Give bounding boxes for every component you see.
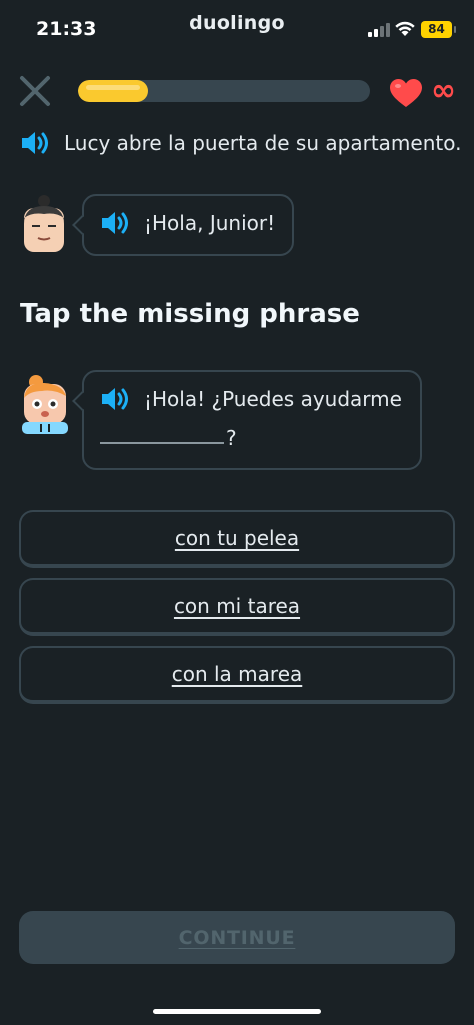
lucy-avatar bbox=[24, 195, 64, 252]
blank-punctuation: ? bbox=[226, 426, 237, 450]
dialogue-line-2: ¡Hola! ¿Puedes ayudarme bbox=[144, 387, 402, 411]
context-text: Lucy abre la puerta de su apartamento. bbox=[64, 131, 462, 155]
speaker-icon[interactable] bbox=[100, 210, 130, 236]
option-label: con tu pelea bbox=[174, 526, 300, 550]
option-button-2[interactable]: con mi tarea bbox=[19, 578, 455, 636]
context-sentence: Lucy abre la puerta de su apartamento. bbox=[20, 127, 461, 159]
option-label: con la marea bbox=[171, 662, 303, 686]
wifi-icon bbox=[395, 21, 415, 36]
option-button-1[interactable]: con tu pelea bbox=[19, 510, 455, 568]
speech-bubble-junior: ¡Hola! ¿Puedes ayudarme ? bbox=[72, 370, 422, 470]
option-button-3[interactable]: con la marea bbox=[19, 646, 455, 704]
battery-indicator: 84 bbox=[421, 21, 456, 38]
hearts-count: ∞ bbox=[431, 73, 456, 108]
junior-avatar bbox=[22, 375, 68, 434]
heart-icon[interactable] bbox=[389, 78, 423, 108]
speaker-icon[interactable] bbox=[20, 130, 50, 156]
speaker-icon[interactable] bbox=[100, 386, 130, 412]
option-label: con mi tarea bbox=[173, 594, 301, 618]
continue-button[interactable]: CONTINUE bbox=[19, 911, 455, 964]
home-indicator bbox=[153, 1009, 321, 1014]
cellular-signal-icon bbox=[368, 23, 390, 37]
dialogue-line-1: ¡Hola, Junior! bbox=[144, 211, 276, 235]
exercise-prompt: Tap the missing phrase bbox=[20, 299, 360, 329]
lesson-progress-bar bbox=[78, 80, 370, 102]
lesson-progress-fill bbox=[78, 80, 149, 102]
close-icon[interactable] bbox=[18, 74, 52, 108]
status-bar: 21:33 duolingo 84 bbox=[0, 0, 474, 56]
continue-label: CONTINUE bbox=[178, 926, 296, 949]
speech-bubble-lucy: ¡Hola, Junior! bbox=[72, 194, 294, 256]
answer-blank bbox=[100, 442, 224, 444]
